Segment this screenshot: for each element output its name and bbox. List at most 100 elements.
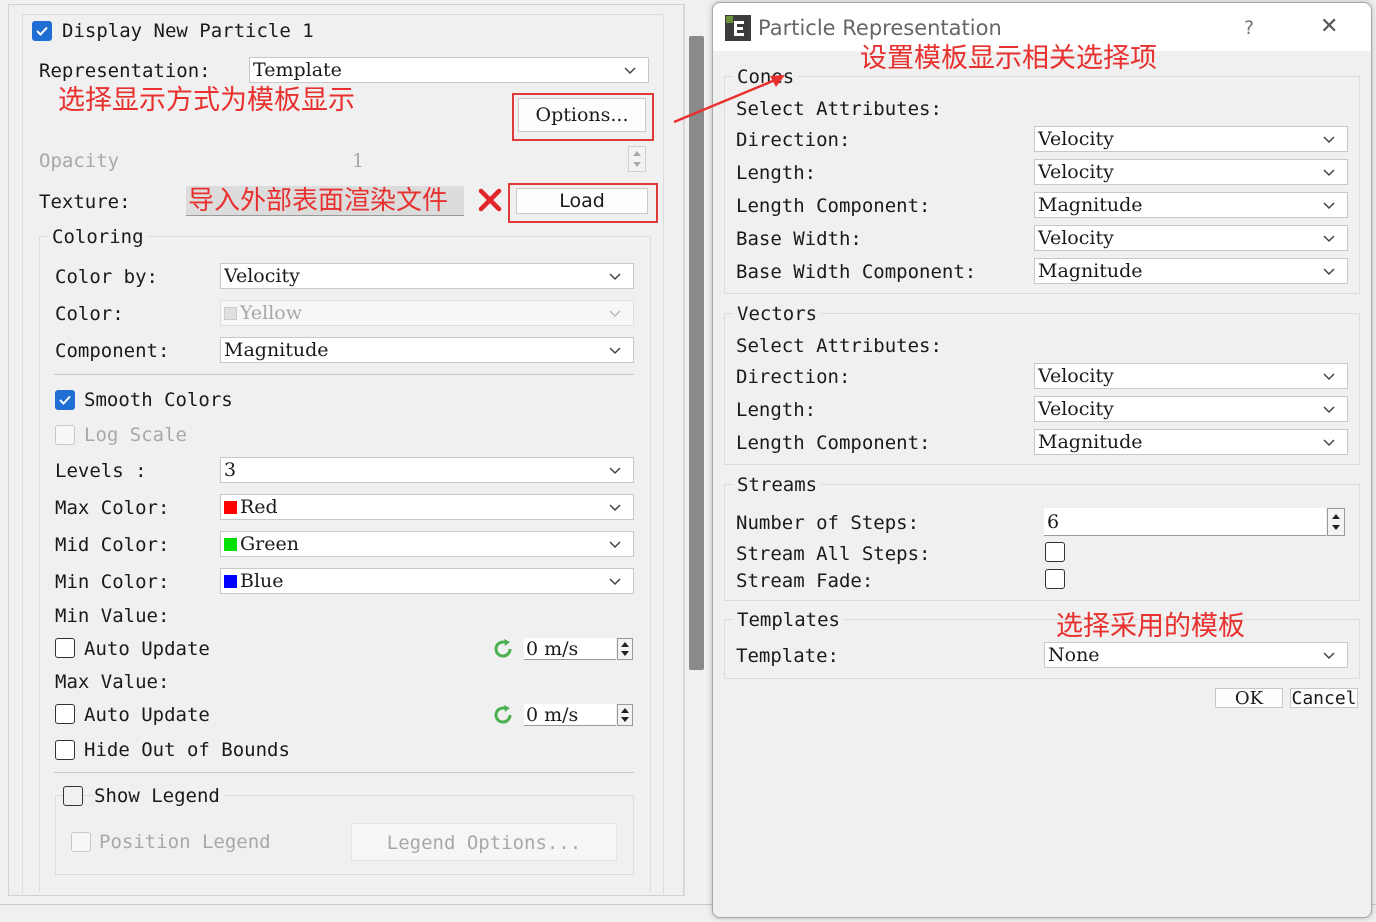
dialog-title: Particle Representation bbox=[758, 16, 1002, 40]
options-highlight bbox=[512, 93, 654, 141]
hide-out-of-bounds-checkbox[interactable] bbox=[55, 740, 75, 760]
chevron-down-icon bbox=[624, 67, 636, 75]
refresh-icon[interactable] bbox=[491, 637, 515, 661]
stream-all-label: Stream All Steps: bbox=[736, 543, 931, 565]
chevron-down-icon bbox=[609, 504, 621, 512]
log-scale-label: Log Scale bbox=[84, 424, 187, 446]
load-highlight bbox=[508, 183, 658, 223]
auto-update-max-checkbox[interactable] bbox=[55, 704, 75, 724]
cancel-button-label: Cancel bbox=[1291, 688, 1357, 708]
max-color-select[interactable]: Red bbox=[220, 494, 634, 520]
max-value-text: 0 m/s bbox=[526, 704, 579, 726]
ok-button-label: OK bbox=[1234, 688, 1264, 709]
vectors-length-component-select[interactable]: Magnitude bbox=[1034, 429, 1348, 455]
cones-length-label: Length: bbox=[736, 162, 817, 184]
template-select[interactable]: None bbox=[1044, 642, 1348, 668]
smooth-colors-label: Smooth Colors bbox=[84, 389, 233, 411]
steps-spinner-icon[interactable] bbox=[1327, 508, 1345, 536]
min-value-text: 0 m/s bbox=[526, 638, 579, 660]
min-color-select[interactable]: Blue bbox=[220, 568, 634, 594]
chevron-down-icon bbox=[609, 467, 621, 475]
cancel-button[interactable]: Cancel bbox=[1290, 688, 1358, 708]
display-label: Display New Particle 1 bbox=[62, 20, 314, 42]
color-select[interactable]: Yellow bbox=[220, 300, 634, 326]
show-legend-checkbox[interactable] bbox=[63, 786, 83, 806]
cones-direction-select[interactable]: Velocity bbox=[1034, 126, 1348, 152]
max-value-label: Max Value: bbox=[55, 671, 170, 693]
levels-value: 3 bbox=[224, 459, 237, 481]
vectors-direction-select[interactable]: Velocity bbox=[1034, 363, 1348, 389]
vectors-length-value: Velocity bbox=[1038, 398, 1114, 420]
chevron-down-icon bbox=[1323, 406, 1335, 414]
levels-label: Levels : bbox=[55, 460, 147, 482]
log-scale-checkbox[interactable] bbox=[55, 425, 75, 445]
mid-color-select[interactable]: Green bbox=[220, 531, 634, 557]
refresh-icon[interactable] bbox=[491, 703, 515, 727]
chevron-down-icon bbox=[609, 578, 621, 586]
chevron-down-icon bbox=[1323, 136, 1335, 144]
min-color-value: Blue bbox=[240, 570, 284, 592]
auto-update-min-checkbox[interactable] bbox=[55, 638, 75, 658]
component-value: Magnitude bbox=[224, 339, 329, 361]
divider bbox=[54, 374, 634, 375]
cones-base-width-value: Velocity bbox=[1038, 227, 1114, 249]
cones-direction-label: Direction: bbox=[736, 129, 851, 151]
representation-value: Template bbox=[253, 59, 342, 81]
ok-button[interactable]: OK bbox=[1215, 688, 1283, 709]
chevron-down-icon bbox=[1323, 202, 1335, 210]
component-select[interactable]: Magnitude bbox=[220, 337, 634, 363]
cones-length-value: Velocity bbox=[1038, 161, 1114, 183]
cones-length-component-select[interactable]: Magnitude bbox=[1034, 192, 1348, 218]
vectors-length-select[interactable]: Velocity bbox=[1034, 396, 1348, 422]
min-value-input[interactable]: 0 m/s bbox=[524, 638, 616, 660]
coloring-title: Coloring bbox=[48, 225, 148, 249]
representation-select[interactable]: Template bbox=[249, 57, 649, 83]
red-swatch-icon bbox=[224, 501, 237, 514]
legend-options-button[interactable]: Legend Options... bbox=[351, 823, 617, 861]
representation-label: Representation: bbox=[39, 60, 211, 82]
cones-length-select[interactable]: Velocity bbox=[1034, 159, 1348, 185]
show-legend-label: Show Legend bbox=[94, 784, 224, 808]
max-value-input[interactable]: 0 m/s bbox=[524, 704, 616, 726]
clear-texture-icon[interactable] bbox=[477, 187, 503, 213]
template-value: None bbox=[1048, 644, 1100, 666]
steps-input[interactable]: 6 bbox=[1044, 508, 1326, 536]
color-label: Color: bbox=[55, 303, 124, 325]
streams-title: Streams bbox=[733, 473, 822, 497]
hide-out-of-bounds-label: Hide Out of Bounds bbox=[84, 739, 290, 761]
help-icon[interactable]: ? bbox=[1244, 16, 1254, 40]
vectors-length-component-label: Length Component: bbox=[736, 432, 931, 454]
cones-base-width-select[interactable]: Velocity bbox=[1034, 225, 1348, 251]
cones-base-width-component-select[interactable]: Magnitude bbox=[1034, 258, 1348, 284]
divider bbox=[54, 772, 634, 773]
stream-fade-label: Stream Fade: bbox=[736, 570, 874, 592]
annotation-arrow-icon bbox=[673, 75, 785, 124]
stream-fade-checkbox[interactable] bbox=[1045, 569, 1065, 589]
texture-annotation: 导入外部表面渲染文件 bbox=[188, 186, 449, 216]
position-legend-checkbox[interactable] bbox=[71, 832, 91, 852]
close-icon[interactable]: ✕ bbox=[1320, 15, 1338, 39]
opacity-spinner-icon[interactable] bbox=[628, 146, 646, 172]
max-value-spinner-icon[interactable] bbox=[617, 704, 633, 726]
cones-base-width-component-value: Magnitude bbox=[1038, 260, 1143, 282]
chevron-down-icon bbox=[609, 541, 621, 549]
cones-length-component-value: Magnitude bbox=[1038, 194, 1143, 216]
display-checkbox[interactable] bbox=[32, 21, 52, 41]
mid-color-label: Mid Color: bbox=[55, 534, 170, 556]
stream-all-checkbox[interactable] bbox=[1045, 542, 1065, 562]
texture-label: Texture: bbox=[39, 191, 131, 213]
green-swatch-icon bbox=[224, 538, 237, 551]
max-color-value: Red bbox=[240, 496, 278, 518]
smooth-colors-checkbox[interactable] bbox=[55, 390, 75, 410]
min-color-label: Min Color: bbox=[55, 571, 170, 593]
color-by-select[interactable]: Velocity bbox=[220, 263, 634, 289]
templates-title: Templates bbox=[733, 608, 844, 632]
yellow-swatch-icon bbox=[224, 307, 237, 320]
min-value-spinner-icon[interactable] bbox=[617, 638, 633, 660]
auto-update-max-label: Auto Update bbox=[84, 704, 210, 726]
scrollbar-thumb[interactable] bbox=[689, 36, 704, 670]
opacity-value[interactable]: 1 bbox=[352, 149, 364, 173]
vectors-select-attributes: Select Attributes: bbox=[736, 335, 942, 357]
dialog-annotation: 设置模板显示相关选择项 bbox=[860, 43, 1157, 74]
levels-select[interactable]: 3 bbox=[220, 457, 634, 483]
